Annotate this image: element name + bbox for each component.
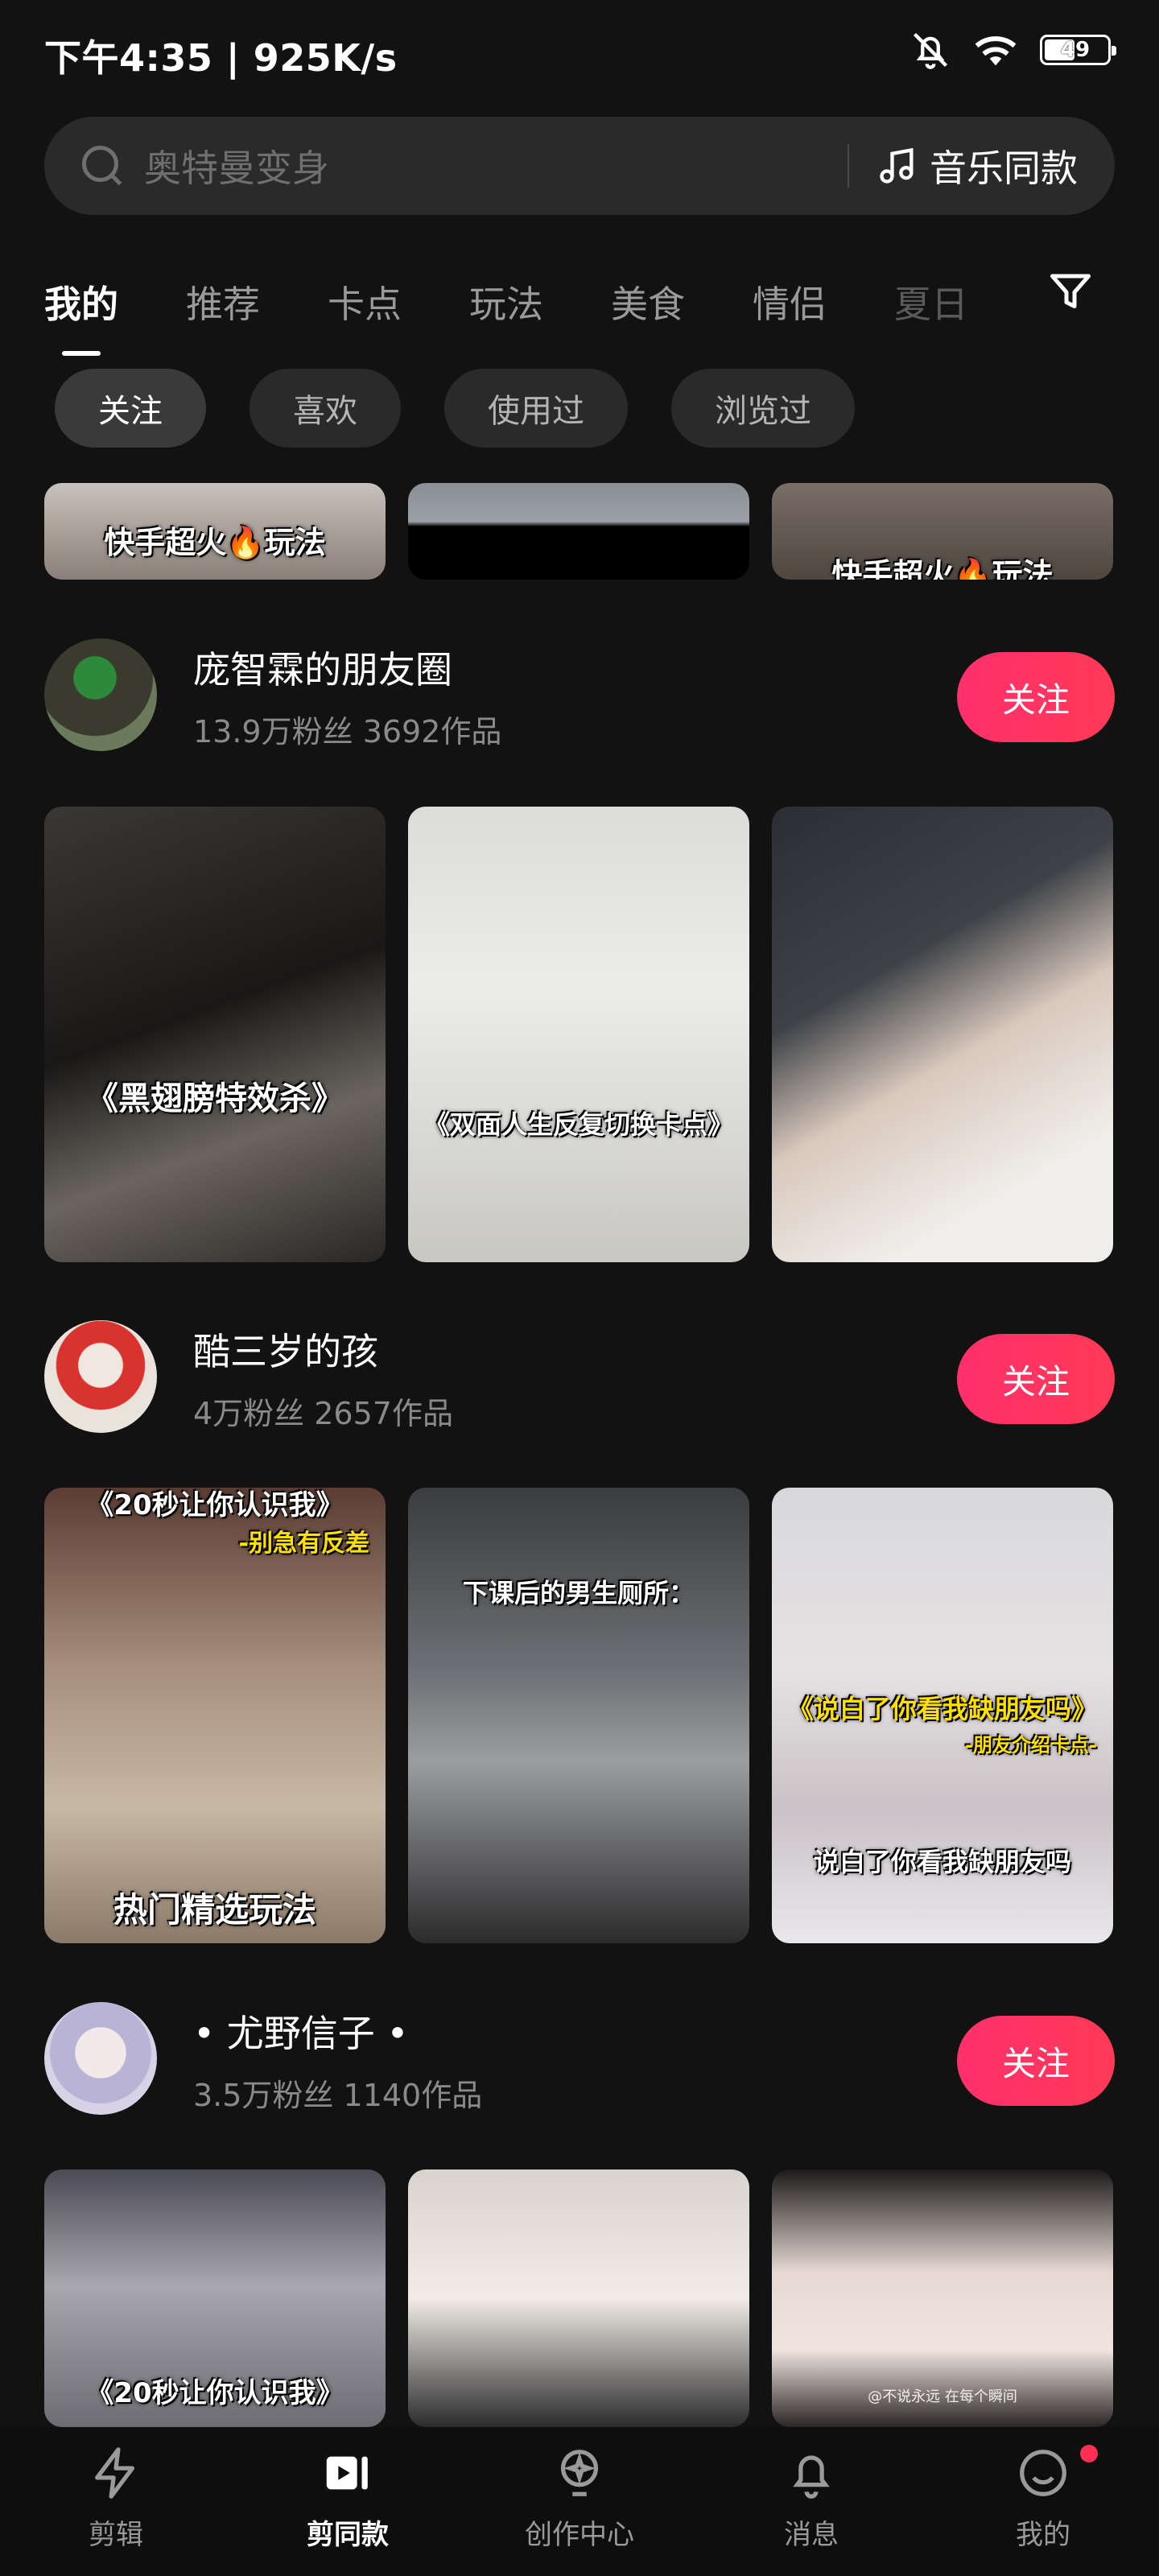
category-tabs: 我的 推荐 卡点 玩法 美食 情侣 夏日 (44, 262, 1115, 356)
tab-recommend[interactable]: 推荐 (186, 275, 260, 328)
creator-name[interactable]: 庞智霖的朋友圈 (193, 641, 452, 694)
tab-gameplay[interactable]: 玩法 (469, 275, 543, 328)
nav-creator-center-label: 创作中心 (525, 2519, 634, 2551)
mute-bell-icon (913, 32, 948, 69)
thumb-caption: 《双面人生反复切换卡点》 (423, 1109, 733, 1140)
search-bar[interactable]: 奥特曼变身 音乐同款 (44, 117, 1115, 215)
bottom-nav: 剪辑 剪同款 创作中心 消息 我的 (0, 2427, 1159, 2576)
music-same-label: 音乐同款 (930, 147, 1078, 190)
chip-viewed[interactable]: 浏览过 (671, 369, 855, 448)
thumb-caption-sub: -别急有反差 (238, 1530, 369, 1558)
smile-icon (1020, 2450, 1066, 2496)
thumb-caption-top: 下课后的男生厕所： (462, 1578, 695, 1608)
search-icon (82, 146, 122, 186)
tab-food[interactable]: 美食 (611, 275, 685, 328)
bell-icon (793, 2455, 830, 2499)
follow-button[interactable]: 关注 (957, 1334, 1115, 1424)
video-thumb[interactable]: 《黑翅膀特效杀》 (44, 807, 386, 1262)
video-thumb[interactable] (408, 2169, 749, 2427)
creator-row: • 尤野信子 • 3.5万粉丝 1140作品 关注 (44, 1998, 1115, 2119)
thumb-caption: 说白了你看我缺朋友吗 (813, 1847, 1071, 1877)
thumb-caption: 《黑翅膀特效杀》 (86, 1080, 344, 1117)
video-thumb[interactable]: 《20秒让你认识我》 (44, 2169, 386, 2427)
feed-content[interactable]: 快手超火🔥玩法 快手超火🔥玩法 庞智霖的朋友圈 13.9万粉丝 3692作品 关… (0, 483, 1159, 2427)
nav-creator-center[interactable]: 创作中心 (464, 2427, 695, 2576)
video-thumb[interactable]: 快手超火🔥玩法 (772, 483, 1113, 580)
nav-template[interactable]: 剪同款 (232, 2427, 464, 2576)
nav-template-label: 剪同款 (307, 2519, 389, 2551)
thumb-caption: 快手超火🔥玩法 (831, 557, 1054, 580)
video-thumb[interactable]: 下课后的男生厕所： (408, 1488, 749, 1943)
chip-following[interactable]: 关注 (55, 369, 206, 448)
thumb-watermark: @不说永远 在每个瞬间 (868, 2388, 1017, 2405)
creator-row: 酷三岁的孩 4万粉丝 2657作品 关注 (44, 1316, 1115, 1437)
video-thumb[interactable]: @不说永远 在每个瞬间 (772, 2169, 1113, 2427)
search-input[interactable]: 奥特曼变身 (144, 139, 848, 192)
video-thumb[interactable]: 《说白了你看我缺朋友吗》 -朋友介绍卡点- 说白了你看我缺朋友吗 (772, 1488, 1113, 1943)
status-time: 下午4:35 | 925K/s (44, 36, 398, 80)
music-same-button[interactable]: 音乐同款 (876, 139, 1078, 192)
chip-used[interactable]: 使用过 (444, 369, 628, 448)
thumb-caption: 《20秒让你认识我》 (86, 2377, 344, 2409)
nav-messages[interactable]: 消息 (695, 2427, 927, 2576)
filter-chips: 关注 喜欢 使用过 浏览过 (55, 369, 855, 448)
thumb-row: 《黑翅膀特效杀》 《双面人生反复切换卡点》 (44, 807, 1115, 1262)
nav-me-label: 我的 (1016, 2519, 1070, 2551)
thumb-caption: 热门精选玩法 (113, 1890, 316, 1930)
video-thumb[interactable] (408, 483, 749, 580)
video-thumb[interactable] (772, 807, 1113, 1262)
nav-edit-label: 剪辑 (89, 2519, 143, 2551)
chip-liked[interactable]: 喜欢 (250, 369, 401, 448)
lightning-icon (95, 2447, 135, 2499)
avatar[interactable] (44, 1320, 157, 1433)
music-note-icon (880, 147, 914, 184)
thumb-caption-top: 《20秒让你认识我》 (86, 1489, 344, 1521)
status-bar: 下午4:35 | 925K/s 49 (0, 0, 1159, 105)
follow-button[interactable]: 关注 (957, 652, 1115, 742)
battery-indicator: 49 (1040, 35, 1116, 65)
thumb-caption: 快手超火🔥玩法 (104, 525, 326, 560)
creator-name[interactable]: • 尤野信子 • (193, 2004, 409, 2058)
follow-button[interactable]: 关注 (957, 2016, 1115, 2106)
play-card-icon (326, 2456, 368, 2490)
creator-stats: 13.9万粉丝 3692作品 (193, 714, 502, 749)
creator-stats: 4万粉丝 2657作品 (193, 1396, 453, 1431)
nav-edit[interactable]: 剪辑 (0, 2427, 232, 2576)
avatar[interactable] (44, 2002, 157, 2115)
battery-level: 49 (1060, 38, 1091, 62)
thumb-caption-top: 《说白了你看我缺朋友吗》 (787, 1694, 1097, 1724)
tab-summer[interactable]: 夏日 (894, 275, 968, 328)
nav-me[interactable]: 我的 (927, 2427, 1159, 2576)
status-icons: 49 (909, 29, 1116, 71)
bulb-icon (560, 2450, 599, 2496)
thumb-row: 《20秒让你认识我》 -别急有反差 热门精选玩法 下课后的男生厕所： 《说白了你… (44, 1488, 1115, 1943)
video-thumb[interactable]: 快手超火🔥玩法 (44, 483, 386, 580)
tab-beat[interactable]: 卡点 (328, 275, 402, 328)
tab-couple[interactable]: 情侣 (753, 275, 827, 328)
tab-mine[interactable]: 我的 (44, 275, 118, 356)
video-thumb[interactable]: 《20秒让你认识我》 -别急有反差 热门精选玩法 (44, 1488, 386, 1943)
partial-thumb-row: 快手超火🔥玩法 快手超火🔥玩法 (44, 483, 1115, 580)
creator-stats: 3.5万粉丝 1140作品 (193, 2078, 483, 2113)
thumb-row: 《20秒让你认识我》 @不说永远 在每个瞬间 (44, 2169, 1115, 2427)
filter-icon[interactable] (1046, 268, 1095, 316)
thumb-caption-sub: -朋友介绍卡点- (965, 1734, 1097, 1757)
nav-messages-label: 消息 (784, 2519, 839, 2551)
creator-name[interactable]: 酷三岁的孩 (193, 1323, 378, 1376)
video-thumb[interactable]: 《双面人生反复切换卡点》 (408, 807, 749, 1262)
wifi-icon (975, 36, 1017, 66)
creator-row: 庞智霖的朋友圈 13.9万粉丝 3692作品 关注 (44, 634, 1115, 755)
notification-dot (1080, 2445, 1098, 2462)
avatar[interactable] (44, 638, 157, 751)
search-divider (848, 144, 849, 188)
